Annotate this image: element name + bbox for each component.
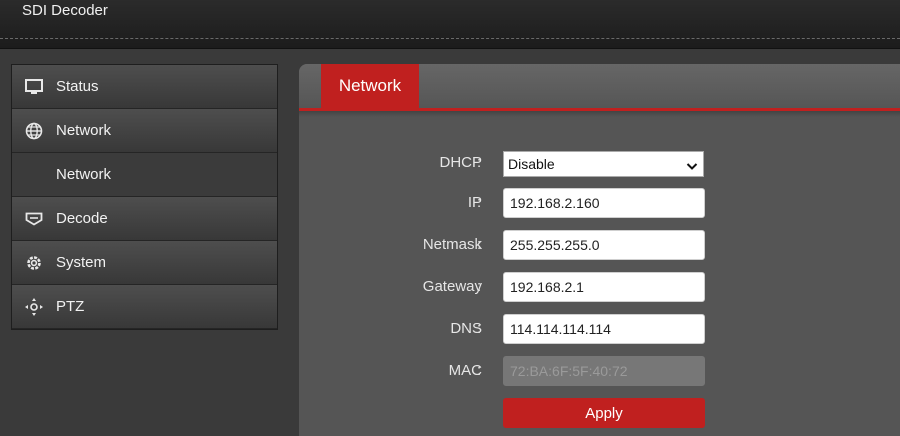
sidebar-item-label: System <box>56 254 107 271</box>
sidebar-item-network[interactable]: Network <box>12 109 277 153</box>
gateway-row: Gateway : <box>299 272 900 302</box>
mac-row: MAC : <box>299 356 900 386</box>
dns-colon: : <box>477 320 482 337</box>
sidebar-item-system[interactable]: System <box>12 241 277 285</box>
dhcp-select[interactable]: Disable <box>503 151 704 177</box>
chevron-down-icon <box>685 156 699 170</box>
netmask-label: Netmask <box>422 236 482 253</box>
decode-icon <box>24 210 44 228</box>
tab-network[interactable]: Network <box>321 64 419 108</box>
ip-colon: : <box>477 194 482 211</box>
ptz-icon <box>24 298 44 316</box>
sidebar-item-label: Status <box>56 78 99 95</box>
top-bar: SDI Decoder <box>0 0 900 49</box>
dns-row: DNS : <box>299 314 900 344</box>
network-panel: Network DHCP : Disable IP : Netmask : Ga… <box>299 64 900 436</box>
mac-input <box>503 356 705 386</box>
app-title: SDI Decoder <box>22 2 108 19</box>
dns-input[interactable] <box>503 314 705 344</box>
sidebar-item-label: Decode <box>56 210 108 227</box>
apply-button[interactable]: Apply <box>503 398 705 428</box>
sidebar-item-status[interactable]: Status <box>12 65 277 109</box>
ip-row: IP : <box>299 188 900 218</box>
sidebar-item-label: PTZ <box>56 298 85 315</box>
gateway-input[interactable] <box>503 272 705 302</box>
gateway-colon: : <box>477 278 482 295</box>
top-bar-divider <box>0 38 900 39</box>
sidebar-item-ptz[interactable]: PTZ <box>12 285 277 329</box>
globe-icon <box>24 122 44 140</box>
netmask-input[interactable] <box>503 230 705 260</box>
gateway-label: Gateway <box>422 278 482 295</box>
netmask-row: Netmask : <box>299 230 900 260</box>
sidebar-item-label: Network <box>56 122 112 139</box>
sidebar-item-label: Network <box>56 166 112 183</box>
dhcp-label: DHCP <box>439 154 482 171</box>
sidebar: Status Network Network Decode System PTZ <box>11 64 278 330</box>
monitor-icon <box>24 78 44 96</box>
sidebar-item-decode[interactable]: Decode <box>12 197 277 241</box>
netmask-colon: : <box>477 236 482 253</box>
dhcp-row: DHCP : Disable <box>299 148 900 178</box>
sidebar-subitem-network[interactable]: Network <box>12 153 277 197</box>
dhcp-selected-value: Disable <box>508 156 555 172</box>
ip-input[interactable] <box>503 188 705 218</box>
panel-header-shadow <box>299 111 900 117</box>
dhcp-colon: : <box>477 154 482 171</box>
mac-colon: : <box>477 362 482 379</box>
gear-icon <box>24 254 44 272</box>
